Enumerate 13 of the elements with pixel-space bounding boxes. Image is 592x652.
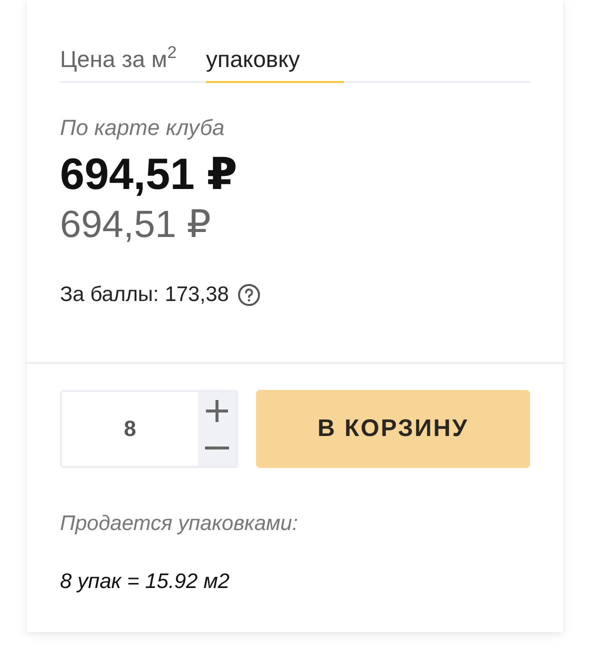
add-to-cart-button[interactable]: В КОРЗИНУ — [256, 390, 530, 468]
sold-by-note: Продается упаковками: — [60, 512, 299, 536]
club-label: По карте клуба — [60, 115, 226, 141]
minus-icon — [205, 446, 229, 450]
points-price: За баллы: 173,38 — [60, 283, 229, 307]
price-tab[interactable]: упаковку — [206, 46, 344, 83]
help-icon[interactable] — [236, 283, 261, 307]
price-tab[interactable]: Цена за м$^{2}$ — [60, 46, 198, 83]
quantity-stepper[interactable]: 8 — [60, 390, 238, 468]
plus-icon — [204, 398, 230, 424]
club-price: 694,51 ₽ — [60, 149, 238, 200]
regular-price: 694,51 ₽ — [60, 203, 212, 247]
pack-info: 8 упак = 15.92 м2 — [60, 570, 231, 594]
